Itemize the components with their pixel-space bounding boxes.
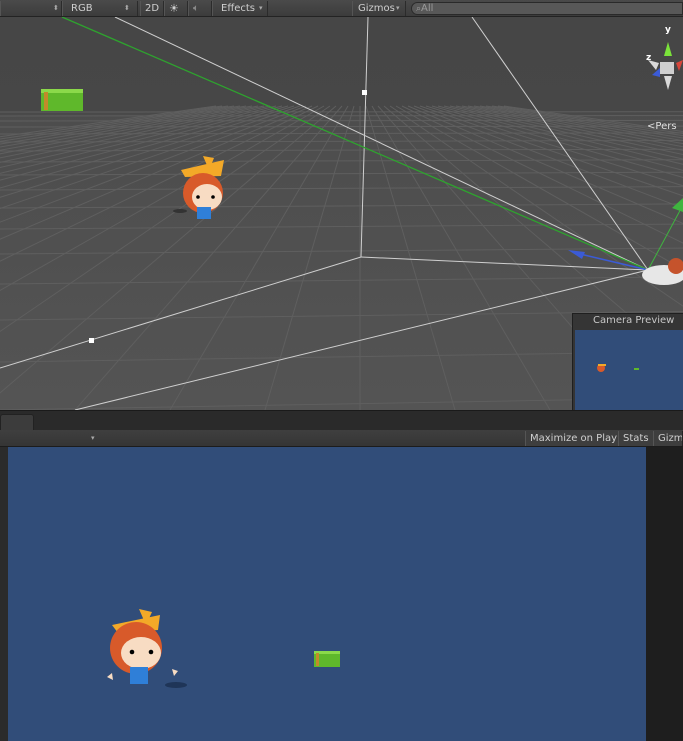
projection-toggle[interactable]: <Pers — [647, 121, 677, 132]
ground-block-sprite-game — [314, 651, 340, 667]
game-gizmos-button[interactable]: Gizm — [653, 431, 683, 446]
scene-toolbar: ⬍ RGB ⬍ 2D ☀ 🔈︎ Effects ▾ Gizmos ▾ ⌕All — [0, 0, 683, 17]
camera-z-arrow-icon — [568, 250, 585, 259]
gizmos-label: Gizmos — [358, 3, 395, 14]
draw-mode-dropdown[interactable]: ⬍ — [0, 1, 62, 16]
gizmo-neg-y-arrow-icon[interactable] — [664, 76, 672, 90]
orientation-gizmo[interactable] — [648, 42, 683, 90]
ground-block-sprite[interactable] — [41, 89, 83, 111]
shading-mode-dropdown[interactable]: RGB ⬍ — [62, 1, 138, 16]
scene-viewport[interactable]: y z <Pers Camera Preview — [0, 17, 683, 410]
game-toolbar: ▾ Maximize on Play Stats Gizm — [0, 430, 683, 447]
dropdown-arrow-icon: ▾ — [91, 434, 95, 442]
maximize-on-play-label: Maximize on Play — [530, 433, 618, 444]
projection-label: Pers — [655, 121, 677, 132]
scene-search-input[interactable]: ⌕All — [411, 2, 683, 15]
gizmo-y-label: y — [665, 25, 671, 35]
camera-preview-title: Camera Preview — [593, 315, 675, 326]
game-view-left-gutter — [0, 447, 8, 741]
search-placeholder: All — [421, 3, 434, 14]
effects-dropdown[interactable]: Effects ▾ — [212, 1, 268, 16]
camera-preview-sprites — [597, 364, 639, 372]
gizmo-x-arrow-icon[interactable] — [676, 60, 683, 71]
camera-handle-top[interactable] — [362, 90, 367, 95]
sun-icon: ☀ — [169, 2, 179, 15]
gizmo-z-label: z — [646, 53, 652, 63]
dropdown-arrow-icon: ▾ — [396, 4, 400, 12]
camera-preview-view — [575, 330, 683, 410]
camera-object-icon[interactable] — [642, 258, 683, 285]
audio-toggle-button[interactable]: 🔈︎ — [188, 1, 212, 16]
maximize-on-play-button[interactable]: Maximize on Play — [525, 431, 623, 446]
aspect-ratio-dropdown[interactable]: ▾ — [0, 431, 98, 446]
stats-label: Stats — [623, 433, 649, 444]
effects-label: Effects — [221, 3, 255, 14]
camera-handle-left[interactable] — [89, 338, 94, 343]
2d-mode-button[interactable]: 2D — [140, 1, 164, 16]
character-sprite-game — [107, 609, 187, 688]
gizmo-y-arrow-icon[interactable] — [664, 42, 672, 56]
game-view-right-gutter — [646, 447, 683, 741]
game-tab-bar — [0, 410, 683, 431]
game-view-sprites — [107, 609, 340, 688]
stats-button[interactable]: Stats — [618, 431, 654, 446]
dropdown-arrow-icon: ⬍ — [53, 4, 59, 12]
dropdown-arrow-icon: ⬍ — [124, 4, 130, 12]
dropdown-arrow-icon: ▾ — [259, 4, 263, 12]
lighting-toggle-button[interactable]: ☀ — [164, 1, 188, 16]
2d-mode-label: 2D — [145, 3, 160, 14]
camera-preview-panel: Camera Preview — [572, 313, 683, 410]
game-gizmos-label: Gizm — [658, 433, 683, 444]
game-tab[interactable] — [0, 414, 34, 431]
gizmos-dropdown[interactable]: Gizmos ▾ — [352, 1, 406, 16]
speaker-icon: 🔈︎ — [193, 3, 199, 14]
game-view[interactable] — [8, 447, 646, 741]
shading-mode-label: RGB — [71, 3, 93, 14]
gizmo-center-cube-icon[interactable] — [660, 62, 674, 74]
